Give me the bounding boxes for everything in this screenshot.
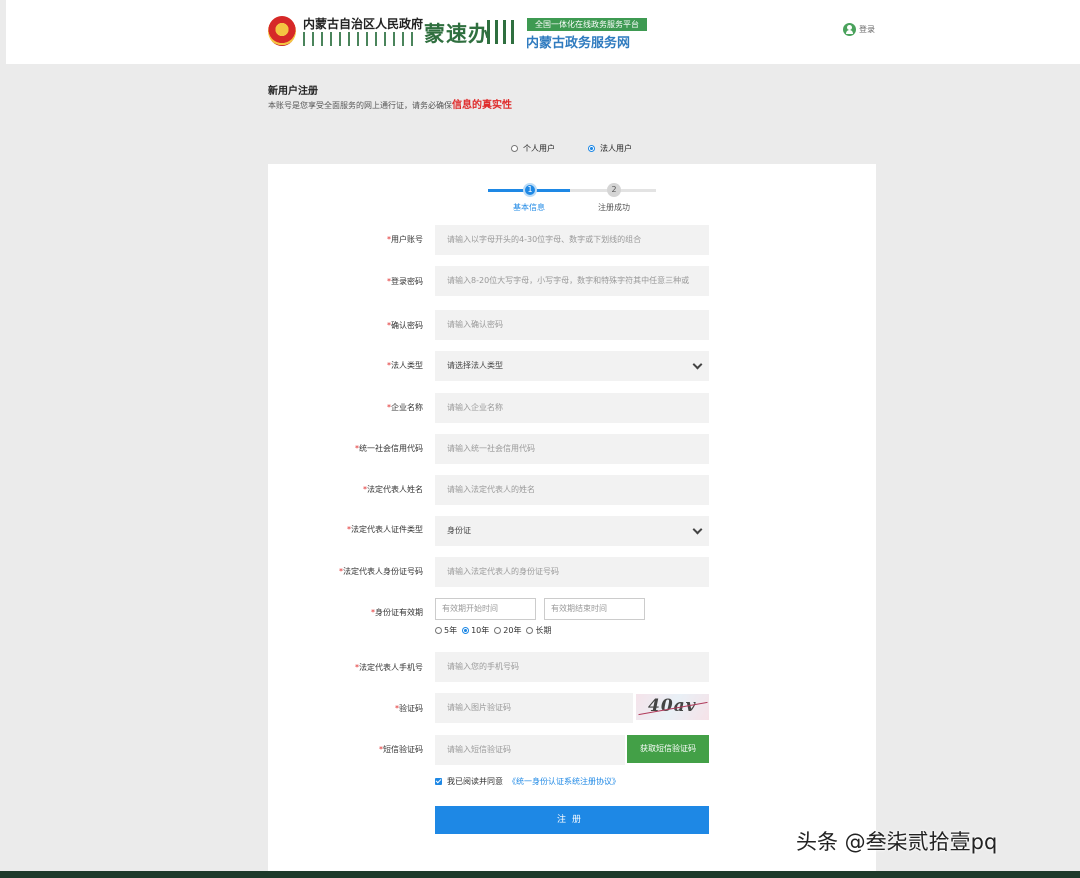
label-username: *用户账号 bbox=[387, 234, 423, 245]
national-emblem-icon bbox=[268, 16, 296, 46]
legal-type-value: 请选择法人类型 bbox=[447, 361, 503, 370]
step-1-label: 基本信息 bbox=[513, 203, 545, 212]
user-type-personal[interactable]: 个人用户 bbox=[511, 143, 555, 154]
phone-input[interactable]: 请输入您的手机号码 bbox=[435, 652, 709, 682]
sms-code-input[interactable]: 请输入短信验证码 bbox=[435, 735, 625, 765]
chevron-down-icon bbox=[692, 359, 703, 370]
period-label: 长期 bbox=[535, 626, 552, 635]
label-company-name: *企业名称 bbox=[387, 402, 423, 413]
platform-badge: 全国一体化在线政务服务平台 bbox=[527, 18, 647, 31]
agreement-text: 我已阅读并同意 bbox=[447, 777, 503, 786]
label-rep-id-number: *法定代表人身份证号码 bbox=[339, 566, 423, 577]
label-id-validity: *身份证有效期 bbox=[371, 607, 423, 618]
username-input[interactable]: 请输入以字母开头的4-30位字母、数字或下划线的组合 bbox=[435, 225, 709, 255]
mongolian-script-mark bbox=[487, 20, 519, 44]
company-name-input[interactable]: 请输入企业名称 bbox=[435, 393, 709, 423]
page-title: 新用户注册 bbox=[268, 86, 318, 97]
label-password: *登录密码 bbox=[387, 276, 423, 287]
agreement-link[interactable]: 《统一身份认证系统注册协议》 bbox=[508, 776, 620, 787]
label-text: 法定代表人姓名 bbox=[367, 485, 423, 494]
label-captcha: *验证码 bbox=[395, 703, 423, 714]
rep-name-input[interactable]: 请输入法定代表人的姓名 bbox=[435, 475, 709, 505]
captcha-input[interactable]: 请输入图片验证码 bbox=[435, 693, 633, 723]
brand-calligraphy-logo: 蒙速办 bbox=[424, 21, 490, 46]
label-text: 统一社会信用代码 bbox=[359, 444, 423, 453]
user-type-legal[interactable]: 法人用户 bbox=[588, 143, 632, 154]
label-text: 用户账号 bbox=[391, 235, 423, 244]
period-option-5y[interactable]: 5年 bbox=[435, 625, 457, 636]
label-sms-code: *短信验证码 bbox=[379, 744, 423, 755]
period-label: 20年 bbox=[503, 626, 522, 635]
gov-name: 内蒙古自治区人民政府 bbox=[303, 17, 424, 31]
period-option-10y[interactable]: 10年 bbox=[462, 625, 489, 636]
get-sms-code-button[interactable]: 获取短信验证码 bbox=[627, 735, 709, 763]
platform-name: 内蒙古政务服务网 bbox=[526, 36, 631, 51]
captcha-image[interactable]: 40av bbox=[636, 694, 709, 720]
register-note-text: 本账号是您享受全面服务的网上通行证，请务必确保 bbox=[268, 101, 452, 110]
validity-period-options: 5年 10年 20年 长期 bbox=[435, 625, 554, 636]
user-icon bbox=[843, 23, 856, 36]
rep-id-number-input[interactable]: 请输入法定代表人的身份证号码 bbox=[435, 557, 709, 587]
radio-legal[interactable] bbox=[588, 145, 595, 152]
label-confirm-password: *确认密码 bbox=[387, 320, 423, 331]
label-text: 法定代表人证件类型 bbox=[351, 525, 423, 534]
label-phone: *法定代表人手机号 bbox=[355, 662, 423, 673]
radio-long[interactable] bbox=[526, 627, 534, 634]
radio-personal[interactable] bbox=[511, 145, 518, 152]
label-text: 法定代表人手机号 bbox=[359, 663, 423, 672]
period-label: 10年 bbox=[471, 626, 490, 635]
id-type-value: 身份证 bbox=[447, 526, 471, 535]
step-progress bbox=[488, 189, 656, 192]
register-note: 本账号是您享受全面服务的网上通行证，请务必确保信息的真实性 bbox=[268, 96, 512, 111]
label-credit-code: *统一社会信用代码 bbox=[355, 443, 423, 454]
legal-type-select[interactable]: 请选择法人类型 bbox=[435, 351, 709, 381]
label-id-type: *法定代表人证件类型 bbox=[347, 524, 423, 535]
site-footer bbox=[0, 871, 1080, 878]
period-option-long[interactable]: 长期 bbox=[526, 625, 551, 636]
mongolian-script-logo bbox=[303, 32, 415, 46]
validity-start-input[interactable]: 有效期开始时间 bbox=[435, 598, 536, 620]
label-rep-name: *法定代表人姓名 bbox=[363, 484, 423, 495]
label-text: 确认密码 bbox=[391, 321, 423, 330]
credit-code-input[interactable]: 请输入统一社会信用代码 bbox=[435, 434, 709, 464]
login-link[interactable]: 登录 bbox=[843, 23, 875, 36]
user-type-personal-label: 个人用户 bbox=[523, 144, 555, 153]
radio-5y[interactable] bbox=[435, 627, 442, 634]
chevron-down-icon bbox=[692, 524, 703, 535]
period-option-20y[interactable]: 20年 bbox=[494, 625, 521, 636]
agreement-row: 我已阅读并同意 《统一身份认证系统注册协议》 bbox=[435, 776, 620, 787]
label-text: 法人类型 bbox=[391, 361, 423, 370]
password-input[interactable]: 请输入8-20位大写字母，小写字母，数字和特殊字符其中任意三种或 bbox=[435, 266, 709, 296]
label-text: 身份证有效期 bbox=[375, 608, 423, 617]
id-type-select[interactable]: 身份证 bbox=[435, 516, 709, 546]
step-2-dot: 2 bbox=[607, 183, 621, 197]
label-text: 短信验证码 bbox=[383, 745, 423, 754]
label-text: 法定代表人身份证号码 bbox=[343, 567, 423, 576]
label-legal-type: *法人类型 bbox=[387, 360, 423, 371]
label-text: 企业名称 bbox=[391, 403, 423, 412]
step-1-dot: 1 bbox=[523, 183, 537, 197]
radio-10y[interactable] bbox=[462, 627, 470, 634]
step-2-label: 注册成功 bbox=[598, 203, 630, 212]
login-label: 登录 bbox=[859, 25, 875, 34]
validity-end-input[interactable]: 有效期结束时间 bbox=[544, 598, 645, 620]
captcha-text: 40av bbox=[648, 696, 697, 716]
register-note-emphasis: 信息的真实性 bbox=[452, 100, 512, 111]
label-text: 登录密码 bbox=[391, 277, 423, 286]
period-label: 5年 bbox=[444, 626, 458, 635]
confirm-password-input[interactable]: 请输入确认密码 bbox=[435, 310, 709, 340]
user-type-legal-label: 法人用户 bbox=[600, 144, 632, 153]
label-text: 验证码 bbox=[399, 704, 423, 713]
radio-20y[interactable] bbox=[494, 627, 502, 634]
agreement-checkbox[interactable] bbox=[435, 778, 442, 785]
watermark-text: 头条 @叁柒贰拾壹pq bbox=[796, 830, 998, 854]
register-form-card: 1 2 基本信息 注册成功 *用户账号 请输入以字母开头的4-30位字母、数字或… bbox=[268, 164, 876, 878]
register-button[interactable]: 注册 bbox=[435, 806, 709, 834]
